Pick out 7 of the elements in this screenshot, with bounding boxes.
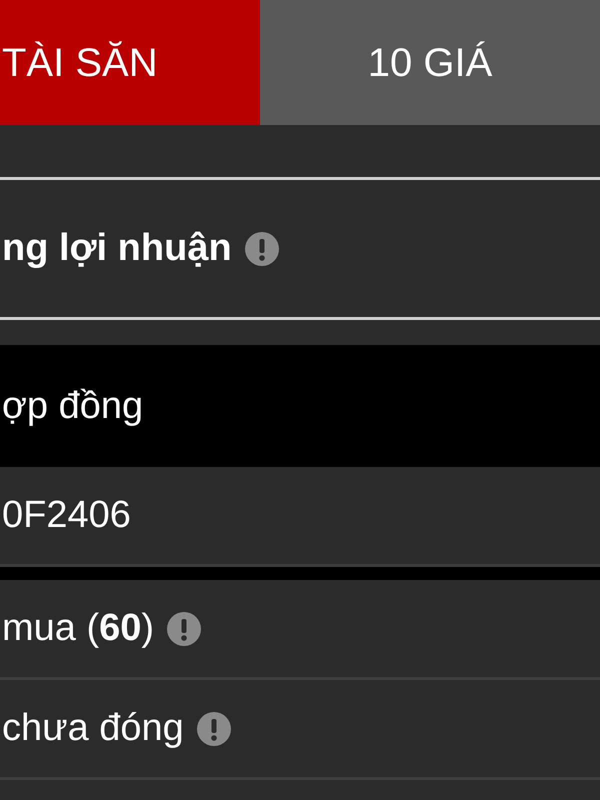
section-title: ng lợi nhuận: [2, 226, 232, 271]
tab[interactable]: 10 GIÁ: [260, 0, 600, 125]
tab[interactable]: TÀI SĂN: [0, 0, 260, 125]
row-label: mua (60): [2, 606, 154, 651]
row-label: ợp đồng: [2, 384, 144, 428]
row-label: 0F2406: [2, 493, 131, 538]
row-label: chưa đóng: [2, 706, 184, 751]
